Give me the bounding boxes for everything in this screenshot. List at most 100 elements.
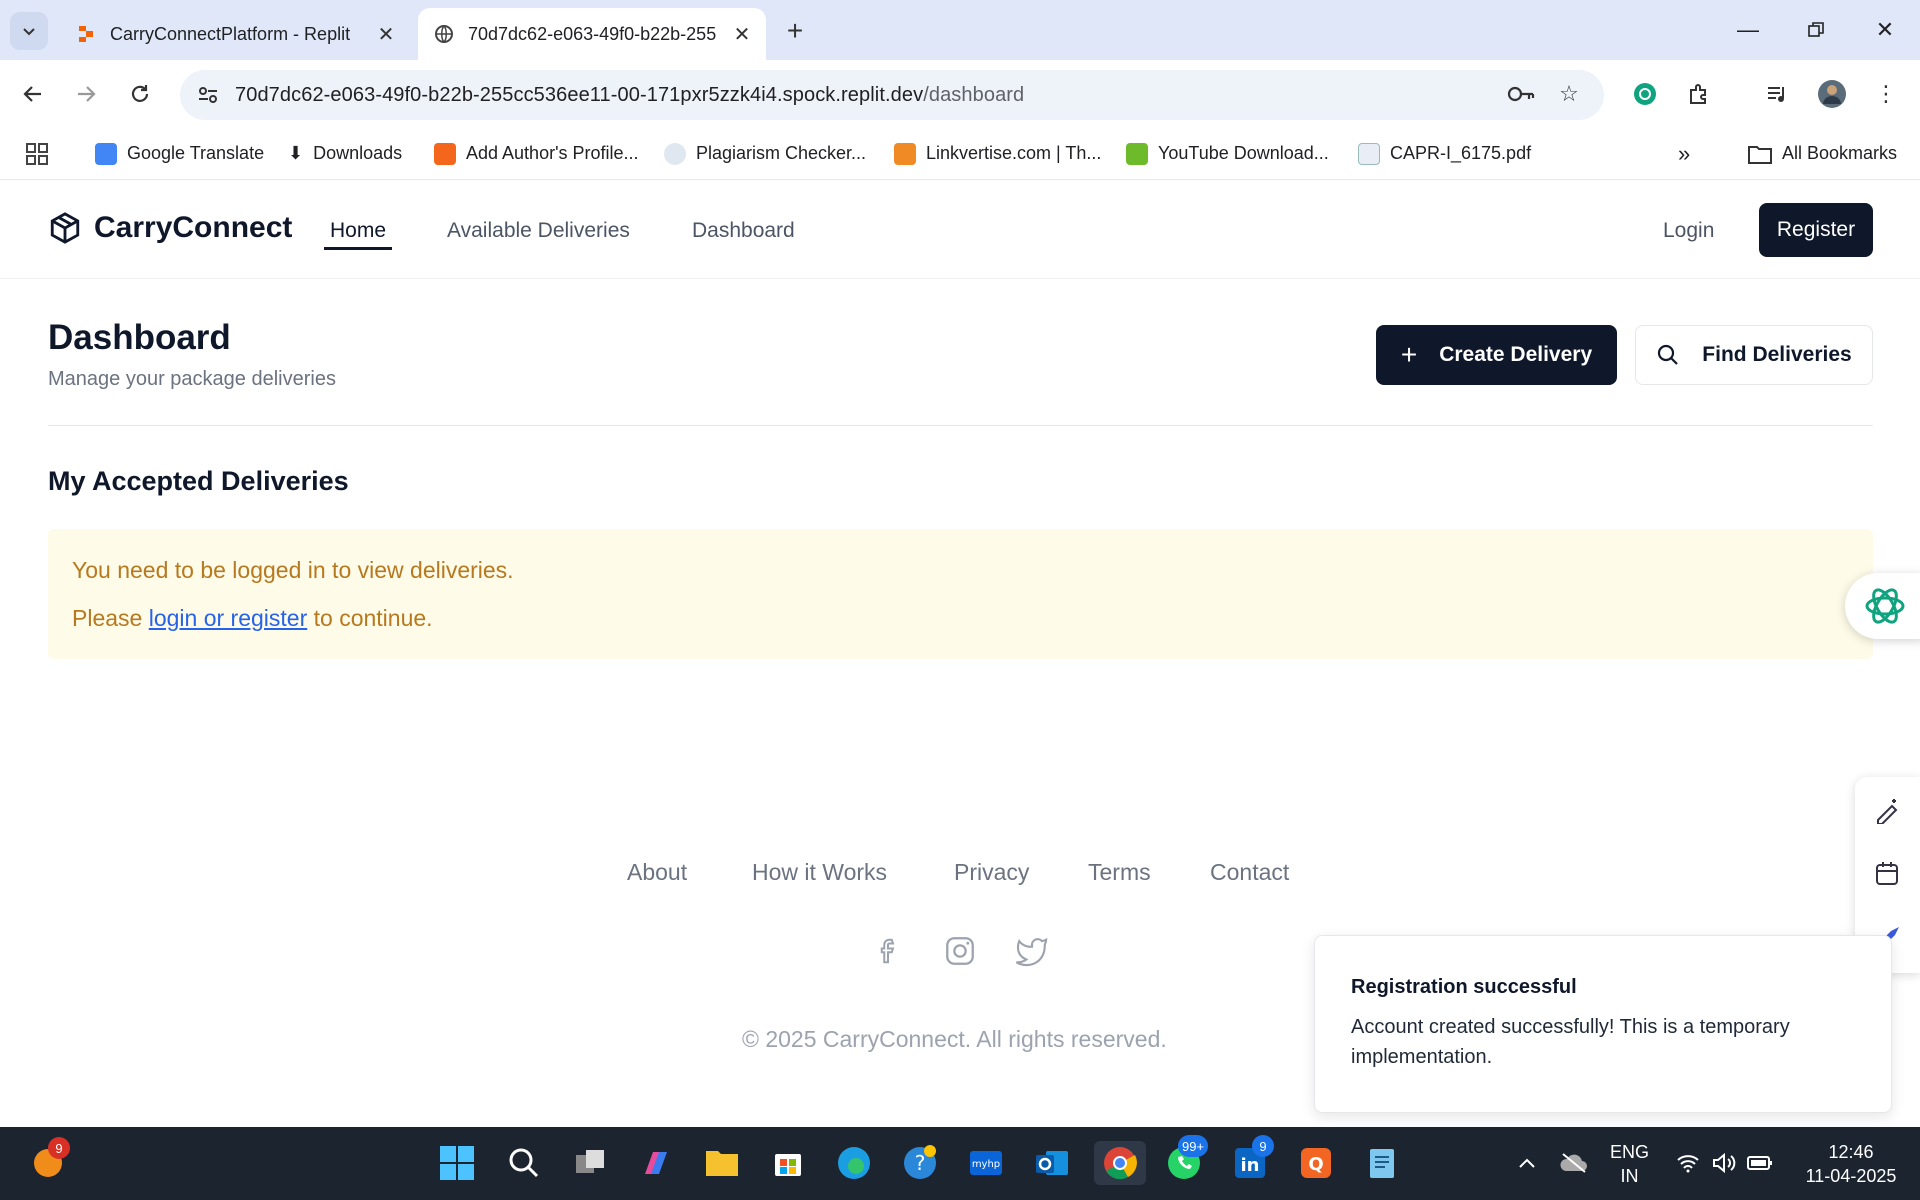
battery-icon[interactable] bbox=[1738, 1141, 1782, 1185]
nav-home[interactable]: Home bbox=[324, 219, 393, 250]
onedrive-offline-icon[interactable] bbox=[1552, 1141, 1596, 1185]
alert-message: You need to be logged in to view deliver… bbox=[72, 557, 514, 583]
more-bookmarks-icon[interactable]: » bbox=[1678, 141, 1690, 167]
myhp-icon[interactable]: myhp bbox=[964, 1141, 1008, 1185]
new-tab-button[interactable]: + bbox=[780, 15, 810, 46]
tab-dashboard[interactable]: 70d7dc62-e063-49f0-b22b-255 ✕ bbox=[418, 8, 766, 60]
profile-avatar[interactable] bbox=[1814, 76, 1850, 112]
download-arrow-icon bbox=[1126, 142, 1148, 165]
linkvertise-icon bbox=[894, 142, 916, 165]
footer-about[interactable]: About bbox=[627, 859, 687, 886]
restore-button[interactable] bbox=[1786, 10, 1846, 50]
facebook-icon[interactable] bbox=[868, 931, 908, 971]
svg-text:myhp: myhp bbox=[972, 1159, 1000, 1170]
star-icon[interactable]: ☆ bbox=[1551, 76, 1587, 112]
login-register-link[interactable]: login or register bbox=[149, 605, 308, 631]
more-menu-icon[interactable]: ⋮ bbox=[1868, 76, 1904, 112]
start-button[interactable] bbox=[435, 1141, 479, 1185]
svg-text:in: in bbox=[1241, 1155, 1260, 1176]
section-title: My Accepted Deliveries bbox=[48, 466, 349, 496]
bookmark-plagiarism[interactable]: Plagiarism Checker... bbox=[664, 142, 866, 165]
media-control-icon[interactable] bbox=[1759, 76, 1795, 112]
password-key-icon[interactable] bbox=[1503, 76, 1539, 112]
outlook-icon[interactable] bbox=[1030, 1141, 1074, 1185]
site-header: CarryConnect Home Available Deliveries D… bbox=[0, 181, 1920, 279]
svg-text:?: ? bbox=[915, 1151, 926, 1175]
restore-icon bbox=[1808, 22, 1824, 37]
copilot-icon[interactable] bbox=[634, 1141, 678, 1185]
nav-dashboard[interactable]: Dashboard bbox=[692, 219, 795, 243]
login-link[interactable]: Login bbox=[1663, 219, 1714, 243]
instagram-icon[interactable] bbox=[940, 931, 980, 971]
qapp-icon[interactable]: Q bbox=[1294, 1141, 1338, 1185]
arrow-left-icon bbox=[23, 86, 41, 102]
minimize-button[interactable]: — bbox=[1718, 10, 1778, 50]
whatsapp-icon[interactable]: 99+ bbox=[1162, 1135, 1209, 1185]
twitter-icon[interactable] bbox=[1012, 931, 1052, 971]
register-button[interactable]: Register bbox=[1759, 203, 1873, 257]
globe-icon bbox=[435, 25, 453, 43]
windows-taskbar: 9 ? myhp 99+ in 9 Q ENG IN 12:46 11-04-2… bbox=[0, 1127, 1920, 1200]
language-indicator[interactable]: ENG IN bbox=[1610, 1140, 1649, 1188]
site-info-icon[interactable] bbox=[197, 84, 219, 106]
bookmark-linkvertise[interactable]: Linkvertise.com | Th... bbox=[894, 142, 1101, 165]
close-window-button[interactable]: ✕ bbox=[1855, 10, 1915, 50]
bookmark-downloads[interactable]: ⬇ Downloads bbox=[288, 143, 402, 164]
find-deliveries-button[interactable]: Find Deliveries bbox=[1635, 325, 1873, 385]
chrome-taskbar-icon[interactable] bbox=[1094, 1141, 1146, 1185]
notepad-icon[interactable] bbox=[1360, 1141, 1404, 1185]
forward-button[interactable] bbox=[68, 76, 104, 112]
package-icon bbox=[50, 212, 80, 244]
reload-button[interactable] bbox=[122, 76, 158, 112]
tab-replit[interactable]: CarryConnectPlatform - Replit ✕ bbox=[60, 8, 410, 60]
footer-privacy[interactable]: Privacy bbox=[954, 859, 1029, 886]
show-hidden-icons[interactable] bbox=[1505, 1141, 1549, 1185]
clock[interactable]: 12:46 11-04-2025 bbox=[1796, 1140, 1906, 1188]
alert-cta: Please login or register to continue. bbox=[72, 605, 433, 631]
bookmark-capr-pdf[interactable]: CAPR-I_6175.pdf bbox=[1358, 142, 1531, 165]
web-page: CarryConnect Home Available Deliveries D… bbox=[0, 181, 1920, 1127]
registration-toast[interactable]: Registration successful Account created … bbox=[1314, 935, 1892, 1113]
chatgpt-floating-button[interactable] bbox=[1845, 573, 1920, 639]
divider bbox=[48, 425, 1873, 426]
nav-available-deliveries[interactable]: Available Deliveries bbox=[447, 219, 630, 243]
footer-terms[interactable]: Terms bbox=[1088, 859, 1151, 886]
bookmark-google-translate[interactable]: Google Translate bbox=[95, 142, 264, 165]
close-icon[interactable]: ✕ bbox=[372, 20, 400, 48]
bookmark-youtube-download[interactable]: YouTube Download... bbox=[1126, 142, 1329, 165]
page-subtitle: Manage your package deliveries bbox=[48, 368, 336, 390]
tab-search-button[interactable] bbox=[10, 12, 48, 50]
blogger-icon bbox=[434, 142, 456, 165]
back-button[interactable] bbox=[15, 76, 51, 112]
create-delivery-button[interactable]: + Create Delivery bbox=[1376, 325, 1617, 385]
google-translate-icon bbox=[95, 142, 117, 165]
all-bookmarks-button[interactable]: All Bookmarks bbox=[1748, 143, 1897, 164]
help-icon[interactable]: ? bbox=[898, 1141, 942, 1185]
url-text: 70d7dc62-e063-49f0-b22b-255cc536ee11-00-… bbox=[235, 83, 1025, 106]
search-icon[interactable] bbox=[502, 1141, 546, 1185]
toast-title: Registration successful bbox=[1351, 976, 1577, 998]
brand-logo[interactable]: CarryConnect bbox=[48, 211, 292, 245]
task-view-icon[interactable] bbox=[568, 1141, 612, 1185]
login-required-alert: You need to be logged in to view deliver… bbox=[48, 529, 1873, 659]
bookmark-add-author[interactable]: Add Author's Profile... bbox=[434, 142, 639, 165]
arrow-right-icon bbox=[78, 86, 96, 102]
chatgpt-extension-icon[interactable] bbox=[1627, 76, 1663, 112]
footer-how-it-works[interactable]: How it Works bbox=[752, 859, 887, 886]
close-icon[interactable]: ✕ bbox=[728, 20, 756, 48]
footer-contact[interactable]: Contact bbox=[1210, 859, 1289, 886]
address-bar[interactable]: 70d7dc62-e063-49f0-b22b-255cc536ee11-00-… bbox=[180, 70, 1604, 120]
toast-body: Account created successfully! This is a … bbox=[1351, 1016, 1790, 1068]
browser-toolbar: 70d7dc62-e063-49f0-b22b-255cc536ee11-00-… bbox=[0, 60, 1920, 128]
microsoft-store-icon[interactable] bbox=[766, 1141, 810, 1185]
weather-widget-icon[interactable]: 9 bbox=[26, 1137, 70, 1185]
browser-tab-strip: CarryConnectPlatform - Replit ✕ 70d7dc62… bbox=[0, 0, 1920, 60]
extensions-icon[interactable] bbox=[1681, 76, 1717, 112]
edit-sparkle-icon[interactable] bbox=[1855, 779, 1920, 841]
linkedin-icon[interactable]: in 9 bbox=[1228, 1135, 1274, 1185]
brand-name: CarryConnect bbox=[94, 211, 293, 244]
file-explorer-icon[interactable] bbox=[700, 1141, 744, 1185]
calendar-edit-icon[interactable] bbox=[1855, 843, 1920, 905]
apps-grid-icon[interactable] bbox=[26, 142, 48, 165]
edge-icon[interactable] bbox=[832, 1141, 876, 1185]
